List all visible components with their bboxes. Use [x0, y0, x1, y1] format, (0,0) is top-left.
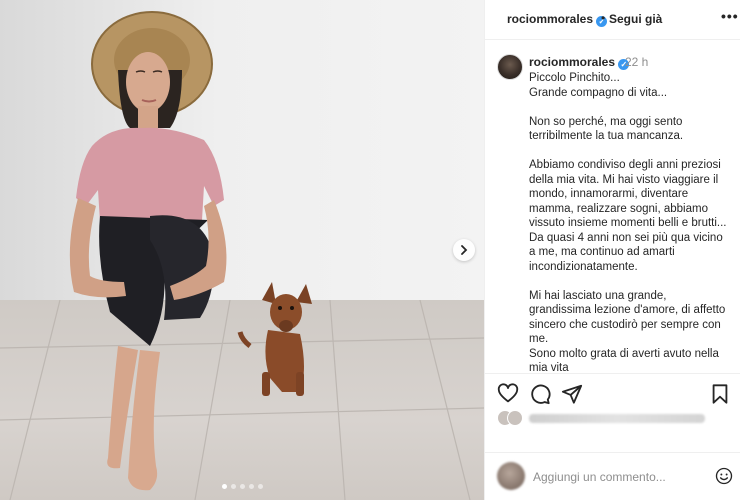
caption-paragraph: Non so perché, ma oggi sento terribilmen…	[529, 115, 684, 143]
caption-paragraph: Abbiamo condiviso degli anni preziosi de…	[529, 159, 727, 273]
post-header: rociommorales ✓ • Segui già •••	[485, 0, 740, 40]
caption-text: Piccolo Pinchito... Grande compagno di v…	[529, 71, 731, 373]
caption-line: Sono molto grata di averti avuto nella m…	[529, 347, 719, 374]
caption-paragraph: Mi hai lasciato una grande, grandissima …	[529, 289, 726, 346]
likes-summary[interactable]	[497, 410, 705, 426]
avatar	[497, 462, 525, 490]
post-image[interactable]	[0, 0, 484, 500]
likes-text-blurred	[529, 413, 705, 423]
carousel-dot	[249, 484, 254, 489]
comment-input[interactable]: Aggiungi un commento...	[533, 470, 666, 484]
header-username[interactable]: rociommorales ✓	[507, 12, 608, 27]
bookmark-icon[interactable]	[709, 383, 731, 405]
liker-avatar	[507, 410, 523, 426]
dog-figure	[237, 282, 312, 396]
more-options-icon[interactable]: •••	[721, 8, 739, 24]
next-slide-button[interactable]	[453, 239, 475, 261]
caption-username-text[interactable]: rociommorales	[529, 55, 615, 69]
header-username-text[interactable]: rociommorales	[507, 12, 593, 26]
carousel-dot	[231, 484, 236, 489]
caption-username[interactable]: rociommorales ✓	[529, 55, 630, 70]
send-icon[interactable]	[561, 383, 583, 405]
carousel-dot	[258, 484, 263, 489]
post-timestamp[interactable]: 22 h	[625, 55, 648, 69]
comment-bar: Aggiungi un commento...	[485, 452, 740, 500]
heart-icon[interactable]	[497, 383, 519, 405]
action-bar	[485, 373, 740, 411]
carousel-dots	[222, 484, 263, 489]
comment-icon[interactable]	[529, 383, 551, 405]
following-button[interactable]: Segui già	[609, 12, 662, 26]
avatar[interactable]	[497, 54, 523, 80]
chevron-right-icon	[461, 245, 468, 255]
caption-section: rociommorales ✓ 22 h Piccolo Pinchito...…	[485, 40, 740, 373]
post-side-panel: rociommorales ✓ • Segui già ••• rociommo…	[484, 0, 740, 500]
header-separator: •	[601, 11, 606, 25]
caption-line: Grande compagno di vita...	[529, 86, 668, 99]
smiley-icon[interactable]	[715, 467, 733, 485]
caption-line: Piccolo Pinchito...	[529, 72, 620, 84]
carousel-dot	[222, 484, 227, 489]
carousel-dot	[240, 484, 245, 489]
